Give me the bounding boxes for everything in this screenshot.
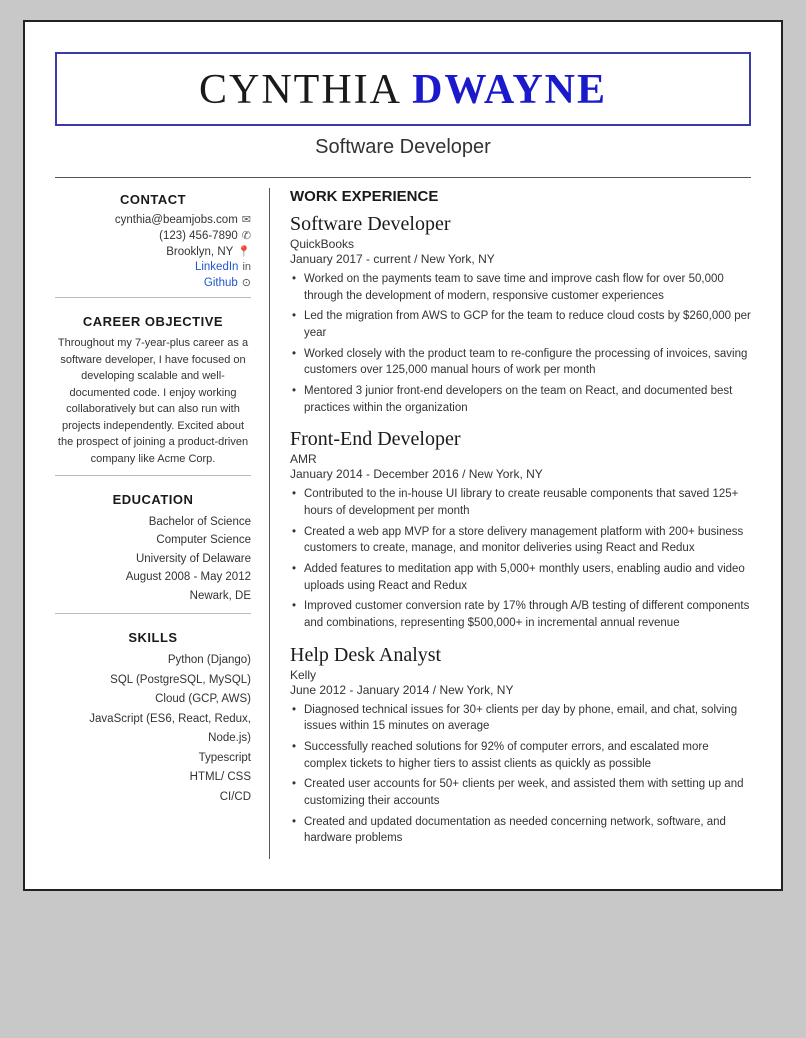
job-company: QuickBooks [290, 237, 751, 251]
linkedin-link[interactable]: LinkedIn [195, 261, 238, 273]
bullet-item: Diagnosed technical issues for 30+ clien… [290, 702, 751, 735]
edu-dates: August 2008 - May 2012 [55, 568, 251, 586]
career-section-title: CAREER OBJECTIVE [55, 314, 251, 329]
bullet-item: Contributed to the in-house UI library t… [290, 486, 751, 519]
first-name: CYNTHIA [199, 67, 412, 113]
github-item[interactable]: Github ⊙ [55, 276, 251, 289]
skill-item: JavaScript (ES6, React, Redux, Node.js) [55, 710, 251, 749]
education-divider [55, 613, 251, 614]
header-divider [55, 177, 751, 178]
skill-item: CI/CD [55, 788, 251, 808]
job-dates: January 2017 - current / New York, NY [290, 252, 751, 266]
location-text: Brooklyn, NY [166, 246, 233, 258]
contact-section-title: CONTACT [55, 192, 251, 207]
github-icon: ⊙ [242, 276, 251, 289]
job-bullets: Worked on the payments team to save time… [290, 271, 751, 416]
phone-icon: ✆ [242, 229, 251, 242]
edu-field: Computer Science [55, 531, 251, 549]
github-link[interactable]: Github [204, 277, 238, 289]
job-title: Software Developer [290, 213, 751, 236]
skill-item: Cloud (GCP, AWS) [55, 690, 251, 710]
bullet-item: Created a web app MVP for a store delive… [290, 524, 751, 557]
linkedin-item[interactable]: LinkedIn in [55, 261, 251, 273]
job-block: Front-End DeveloperAMRJanuary 2014 - Dec… [290, 428, 751, 631]
email-text: cynthia@beamjobs.com [115, 214, 238, 226]
bullet-item: Led the migration from AWS to GCP for th… [290, 308, 751, 341]
bullet-item: Created user accounts for 50+ clients pe… [290, 776, 751, 809]
main-content: CONTACT cynthia@beamjobs.com ✉ (123) 456… [55, 188, 751, 859]
phone-item: (123) 456-7890 ✆ [55, 229, 251, 242]
edu-university: University of Delaware [55, 550, 251, 568]
skill-item: HTML/ CSS [55, 768, 251, 788]
bullet-item: Added features to meditation app with 5,… [290, 561, 751, 594]
linkedin-icon: in [242, 261, 251, 273]
bullet-item: Worked closely with the product team to … [290, 346, 751, 379]
skill-item: Python (Django) [55, 651, 251, 671]
left-column: CONTACT cynthia@beamjobs.com ✉ (123) 456… [55, 188, 270, 859]
edu-degree: Bachelor of Science [55, 513, 251, 531]
email-icon: ✉ [242, 213, 251, 226]
candidate-name: CYNTHIA DWAYNE [77, 66, 729, 114]
job-block: Help Desk AnalystKellyJune 2012 - Januar… [290, 644, 751, 847]
career-text: Throughout my 7-year-plus career as a so… [55, 335, 251, 467]
job-bullets: Contributed to the in-house UI library t… [290, 486, 751, 631]
last-name: DWAYNE [412, 67, 607, 113]
education-section-title: EDUCATION [55, 492, 251, 507]
education-details: Bachelor of Science Computer Science Uni… [55, 513, 251, 605]
job-block: Software DeveloperQuickBooksJanuary 2017… [290, 213, 751, 416]
bullet-item: Worked on the payments team to save time… [290, 271, 751, 304]
job-title: Front-End Developer [290, 428, 751, 451]
phone-text: (123) 456-7890 [159, 230, 238, 242]
job-bullets: Diagnosed technical issues for 30+ clien… [290, 702, 751, 847]
work-section-title: WORK EXPERIENCE [290, 188, 751, 205]
bullet-item: Created and updated documentation as nee… [290, 814, 751, 847]
bullet-item: Mentored 3 junior front-end developers o… [290, 383, 751, 416]
job-title-header: Software Developer [55, 136, 751, 159]
bullet-item: Improved customer conversion rate by 17%… [290, 598, 751, 631]
resume-container: CYNTHIA DWAYNE Software Developer CONTAC… [23, 20, 783, 891]
job-dates: June 2012 - January 2014 / New York, NY [290, 683, 751, 697]
email-item: cynthia@beamjobs.com ✉ [55, 213, 251, 226]
contact-divider [55, 297, 251, 298]
job-company: AMR [290, 452, 751, 466]
jobs-container: Software DeveloperQuickBooksJanuary 2017… [290, 213, 751, 847]
skill-item: Typescript [55, 749, 251, 769]
header-box: CYNTHIA DWAYNE [55, 52, 751, 126]
bullet-item: Successfully reached solutions for 92% o… [290, 739, 751, 772]
job-company: Kelly [290, 668, 751, 682]
right-column: WORK EXPERIENCE Software DeveloperQuickB… [270, 188, 751, 859]
job-title: Help Desk Analyst [290, 644, 751, 667]
skills-list: Python (Django)SQL (PostgreSQL, MySQL)Cl… [55, 651, 251, 807]
location-item: Brooklyn, NY 📍 [55, 245, 251, 258]
edu-location: Newark, DE [55, 587, 251, 605]
skill-item: SQL (PostgreSQL, MySQL) [55, 671, 251, 691]
job-dates: January 2014 - December 2016 / New York,… [290, 467, 751, 481]
skills-section-title: SKILLS [55, 630, 251, 645]
career-divider [55, 475, 251, 476]
location-icon: 📍 [237, 245, 251, 258]
